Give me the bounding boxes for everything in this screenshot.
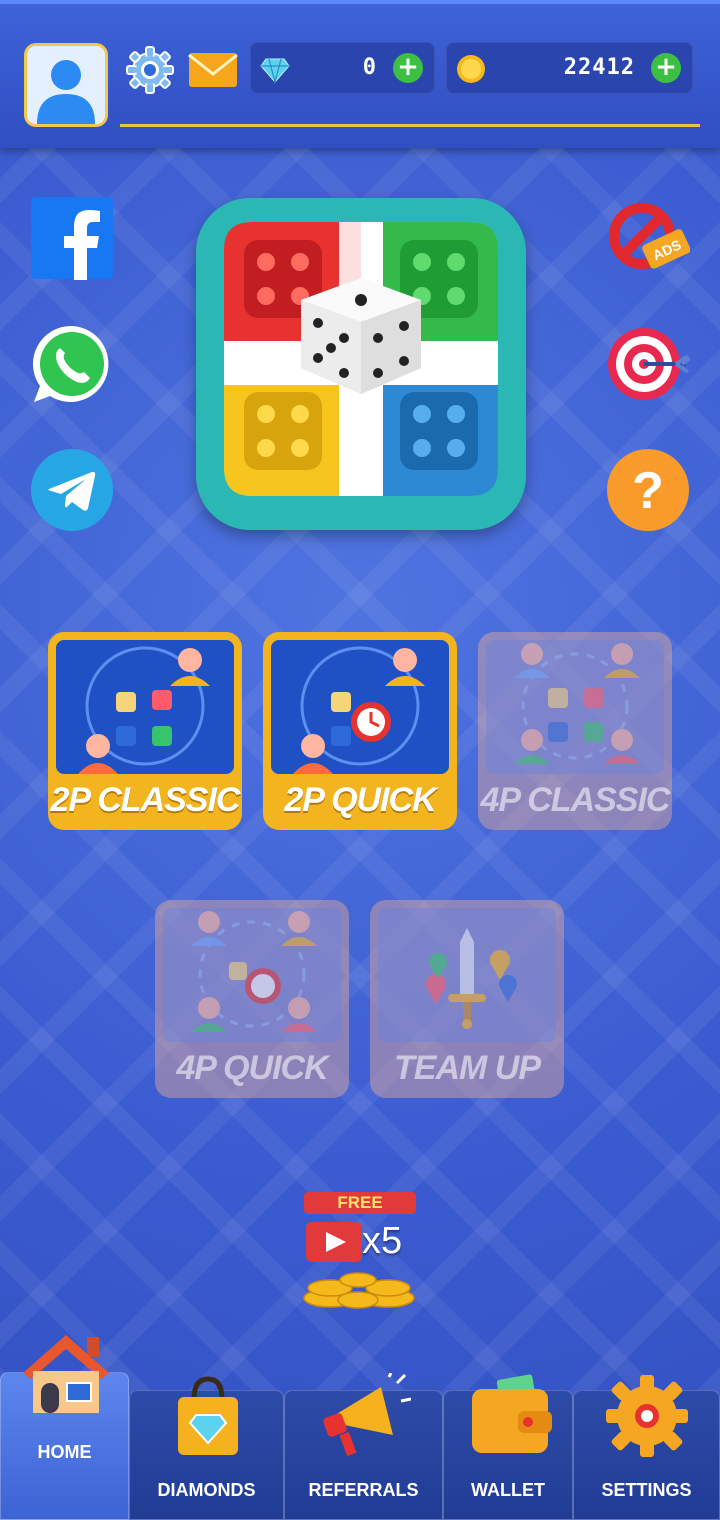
- target-icon: [608, 328, 692, 400]
- nav-label: SETTINGS: [601, 1480, 692, 1500]
- mode-label: 4P CLASSIC: [480, 781, 670, 819]
- add-coins-button[interactable]: +: [651, 53, 681, 83]
- telegram-icon: [31, 449, 113, 531]
- mode-card-art: [378, 908, 556, 1042]
- team-up-sword-icon: [426, 928, 517, 1029]
- mode-label: 2P QUICK: [284, 781, 436, 819]
- target-button[interactable]: [606, 322, 692, 406]
- megaphone-icon: [323, 1373, 411, 1457]
- top-accent-line: [0, 0, 720, 4]
- diamond-balance: 0 +: [250, 42, 435, 94]
- coin-count: 22412: [563, 55, 635, 80]
- avatar-icon: [27, 46, 105, 124]
- add-diamonds-button[interactable]: +: [393, 53, 423, 83]
- free-video-reward-button[interactable]: FREE x5: [300, 1190, 420, 1314]
- nav-label: REFERRALS: [308, 1480, 419, 1500]
- mode-card-team-up[interactable]: TEAM UP: [370, 900, 564, 1098]
- nav-tab-wallet[interactable]: WALLET: [443, 1374, 573, 1520]
- mode-card-art: [271, 640, 449, 774]
- home-icon: [23, 1335, 109, 1413]
- profile-avatar-button[interactable]: [24, 43, 108, 127]
- top-bar: 0 + 22412 +: [0, 0, 720, 148]
- mode-label: TEAM UP: [394, 1049, 541, 1087]
- two-player-classic-icon: [78, 646, 210, 774]
- facebook-icon: [31, 197, 113, 280]
- coin-balance: 22412 +: [446, 42, 693, 94]
- gear-icon: [126, 46, 174, 94]
- whatsapp-button[interactable]: [30, 322, 114, 406]
- two-player-quick-icon: [293, 646, 425, 774]
- diamond-icon: [260, 58, 290, 84]
- mode-card-2p-classic[interactable]: 2P CLASSIC: [48, 632, 242, 830]
- wallet-icon: [472, 1374, 552, 1453]
- progress-line: [120, 124, 700, 127]
- diamond-count: 0: [362, 55, 377, 80]
- coin-pile-icon: [303, 1272, 415, 1309]
- mode-card-art: [486, 640, 664, 774]
- four-player-classic-icon: [514, 643, 640, 764]
- settings-gear-button[interactable]: [124, 44, 176, 96]
- settings-gear-icon: [606, 1375, 688, 1457]
- nav-tab-settings[interactable]: SETTINGS: [573, 1375, 720, 1520]
- nav-tab-referrals[interactable]: REFERRALS: [284, 1373, 443, 1520]
- free-ribbon: FREE: [304, 1192, 416, 1214]
- coin-icon: [457, 55, 485, 83]
- mode-card-art: [163, 908, 341, 1042]
- mode-card-2p-quick[interactable]: 2P QUICK: [263, 632, 457, 830]
- remove-ads-button[interactable]: ADS: [606, 196, 691, 280]
- ludo-board-icon: [224, 222, 498, 496]
- no-ads-icon: ADS: [609, 203, 691, 269]
- mail-button[interactable]: [188, 52, 238, 88]
- mode-label: 2P CLASSIC: [50, 781, 240, 819]
- mode-card-art: [56, 640, 234, 774]
- mode-label: 4P QUICK: [176, 1049, 328, 1087]
- help-button[interactable]: ?: [606, 448, 690, 532]
- nav-tab-home[interactable]: HOME: [0, 1335, 129, 1520]
- mode-card-4p-classic[interactable]: 4P CLASSIC: [478, 632, 672, 830]
- whatsapp-icon: [32, 325, 109, 402]
- facebook-button[interactable]: [30, 196, 114, 280]
- nav-label: HOME: [37, 1442, 92, 1462]
- nav-label: WALLET: [471, 1480, 545, 1500]
- nav-tab-diamonds[interactable]: DIAMONDS: [129, 1376, 284, 1520]
- video-play-icon: [306, 1222, 362, 1262]
- nav-label: DIAMONDS: [157, 1480, 256, 1500]
- help-icon: ?: [607, 449, 689, 531]
- mail-icon: [188, 53, 238, 87]
- telegram-button[interactable]: [30, 448, 114, 532]
- mode-card-4p-quick[interactable]: 4P QUICK: [155, 900, 349, 1098]
- four-player-quick-icon: [191, 911, 317, 1032]
- ludo-board-logo: [196, 198, 526, 530]
- help-glyph: ?: [632, 462, 664, 520]
- diamond-shop-bag-icon: [178, 1376, 238, 1455]
- reward-multiplier: x5: [362, 1220, 403, 1262]
